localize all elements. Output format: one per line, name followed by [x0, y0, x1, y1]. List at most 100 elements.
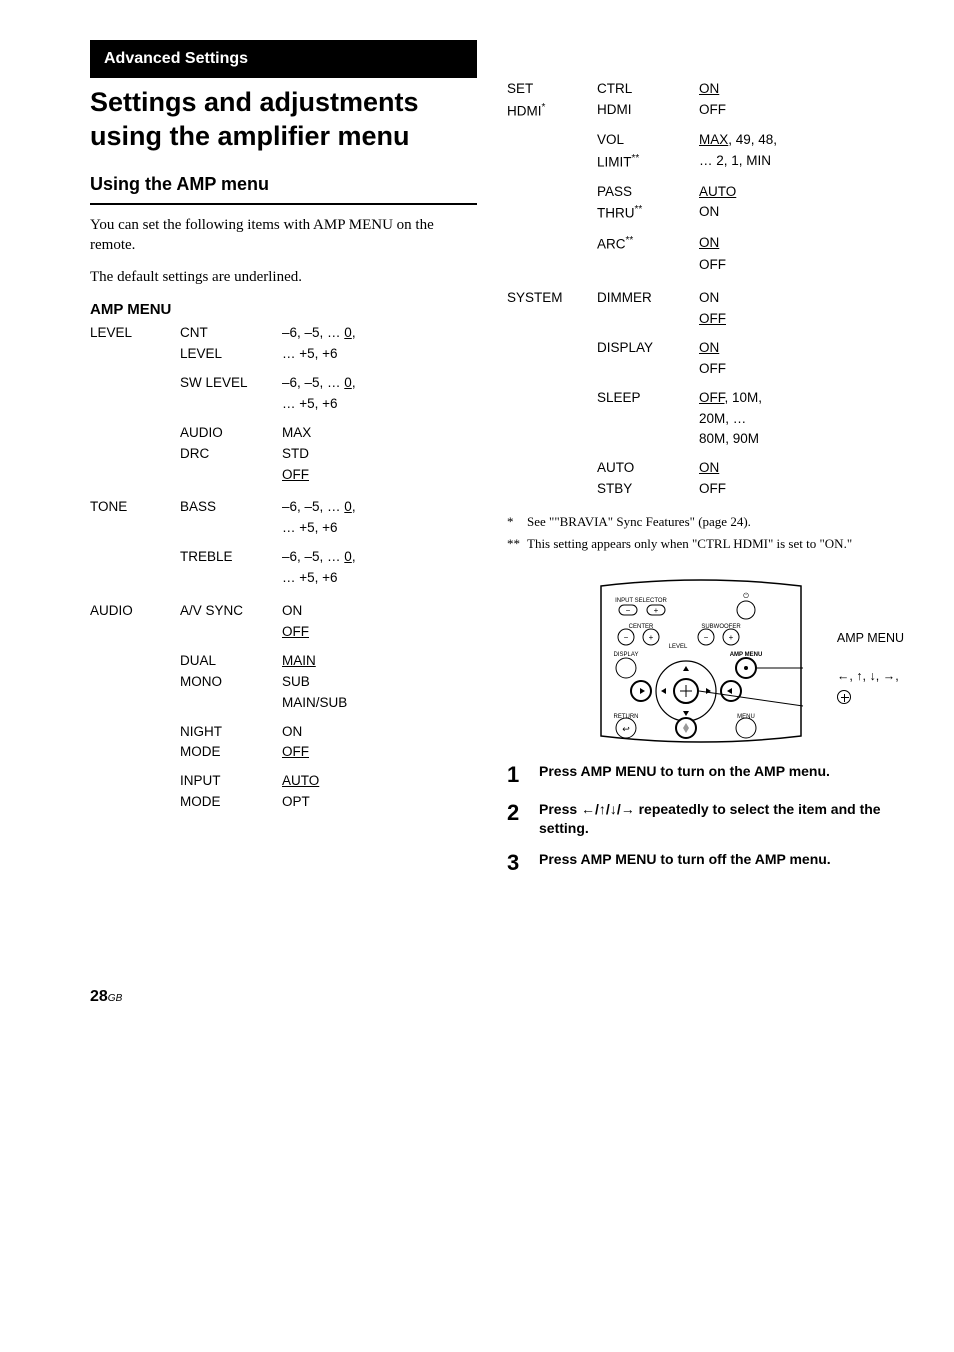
page-region: GB — [108, 993, 122, 1004]
tree-sw-level: SW LEVEL — [180, 374, 282, 393]
tree-bass-vals-a: –6, –5, … — [282, 499, 344, 514]
remote-svg: INPUT SELECTOR − + ⏻ CENTER − + SUBWOOFE… — [571, 576, 831, 746]
tree-cnt-level-1: CNT — [180, 324, 282, 343]
tree-cnt-tail: , — [352, 325, 356, 340]
tree-night-opt0: ON — [282, 723, 477, 742]
step-3-num: 3 — [507, 850, 527, 876]
subtitle: Using the AMP menu — [90, 174, 477, 195]
tree-sw-vals-b: … +5, +6 — [282, 395, 477, 414]
tree-arc-sup: ** — [626, 235, 634, 246]
tree-dual-1: DUAL — [180, 652, 282, 671]
tree-treble-tail: , — [352, 549, 356, 564]
tree-cnt-vals-b: … +5, +6 — [282, 345, 477, 364]
page-number: 28 — [90, 988, 108, 1005]
steps-list: 1 Press AMP MENU to turn on the AMP menu… — [507, 762, 894, 876]
tree-sleep-valsc: 80M, 90M — [699, 430, 894, 449]
tree-level: LEVEL — [90, 324, 180, 343]
tree-sleep: SLEEP — [597, 389, 699, 408]
tree-passthru-opt0: ON — [699, 203, 894, 222]
menu-tree-left: LEVEL CNT –6, –5, … 0, LEVEL … +5, +6 SW… — [90, 324, 477, 812]
tree-night-2: MODE — [180, 743, 282, 762]
tree-sw-default: 0 — [344, 375, 352, 390]
menu-tree-right: SET CTRL ON HDMI* HDMI OFF VOL MAX, 49, … — [507, 80, 894, 499]
tree-sethdmi-1: SET — [507, 80, 597, 99]
enter-icon — [837, 690, 851, 704]
tree-bass: BASS — [180, 498, 282, 517]
step-2-text-a: Press — [539, 801, 581, 817]
footnotes: * See ""BRAVIA" Sync Features" (page 24)… — [507, 513, 894, 552]
tree-dual-2: MONO — [180, 673, 282, 692]
tree-arc-default: ON — [699, 235, 719, 250]
tree-sw-vals-a: –6, –5, … — [282, 375, 344, 390]
tree-audio: AUDIO — [90, 602, 180, 621]
svg-text:⏻: ⏻ — [743, 592, 749, 600]
svg-text:−: − — [625, 606, 630, 615]
remote-callout-ampmenu: AMP MENU — [837, 628, 904, 648]
tree-night-default: OFF — [282, 744, 309, 759]
footnote-mark-1: * — [507, 513, 527, 531]
tree-vollimit-valsb: … 2, 1, MIN — [699, 152, 894, 171]
tree-dimmer-opt0: ON — [699, 289, 894, 308]
step-2-text: Press ←/↑/↓/→ repeatedly to select the i… — [539, 800, 894, 838]
step-1-num: 1 — [507, 762, 527, 788]
tree-treble-vals-a: –6, –5, … — [282, 549, 344, 564]
step-2-arrows: ←/↑/↓/→ — [581, 801, 635, 817]
tree-sw-tail: , — [352, 375, 356, 390]
tree-input-opt0: OPT — [282, 793, 477, 812]
tree-input-2: MODE — [180, 793, 282, 812]
tree-input-1: INPUT — [180, 772, 282, 791]
tree-display-default: ON — [699, 340, 719, 355]
tree-night-1: NIGHT — [180, 723, 282, 742]
remote-callout-arrows-text: ←, ↑, ↓, →, — [837, 666, 904, 686]
tree-avsync-opt0: ON — [282, 602, 477, 621]
intro-text-2: The default settings are underlined. — [90, 267, 477, 287]
tree-sleep-valsb: 20M, … — [699, 410, 894, 429]
section-label: Advanced Settings — [90, 40, 477, 78]
remote-callout-arrows: ←, ↑, ↓, →, — [837, 666, 904, 706]
tree-sethdmi-2: HDMI — [507, 103, 542, 118]
tree-ctrlhdmi-opt0: OFF — [699, 101, 894, 120]
svg-text:−: − — [623, 633, 628, 642]
tree-dimmer: DIMMER — [597, 289, 699, 308]
tree-treble-default: 0 — [344, 549, 352, 564]
intro-text-1: You can set the following items with AMP… — [90, 215, 477, 256]
svg-text:+: + — [728, 633, 733, 642]
tree-drc-1: AUDIO — [180, 424, 282, 443]
tree-drc-opt0: MAX — [282, 424, 477, 443]
svg-text:−: − — [703, 633, 708, 642]
tree-drc-opt1: STD — [282, 445, 477, 464]
tree-ctrlhdmi-default: ON — [699, 81, 719, 96]
divider — [90, 203, 477, 205]
footnote-text-2: This setting appears only when "CTRL HDM… — [527, 535, 852, 553]
svg-text:+: + — [648, 633, 653, 642]
tree-vollimit-sup: ** — [632, 153, 640, 164]
tree-tone: TONE — [90, 498, 180, 517]
tree-treble: TREBLE — [180, 548, 282, 567]
step-1-text: Press AMP MENU to turn on the AMP menu. — [539, 762, 830, 781]
step-3-text: Press AMP MENU to turn off the AMP menu. — [539, 850, 831, 869]
tree-vollimit-tail: , 49, 48, — [728, 132, 777, 147]
tree-ctrlhdmi-2: HDMI — [597, 101, 699, 120]
tree-sleep-default: OFF — [699, 390, 725, 405]
tree-display-opt0: OFF — [699, 360, 894, 379]
tree-passthru-default: AUTO — [699, 184, 736, 199]
remote-callout-ampmenu-text: AMP MENU — [837, 628, 904, 648]
svg-text:+: + — [653, 606, 658, 615]
tree-avsync-default: OFF — [282, 624, 309, 639]
tree-ctrlhdmi-1: CTRL — [597, 80, 699, 99]
tree-arc: ARC — [597, 236, 626, 251]
tree-sleep-tail: , 10M, — [725, 390, 763, 405]
tree-drc-default: OFF — [282, 467, 309, 482]
footnote-text-1: See ""BRAVIA" Sync Features" (page 24). — [527, 513, 751, 531]
tree-dimmer-default: OFF — [699, 311, 726, 326]
svg-text:↩: ↩ — [622, 724, 630, 734]
tree-autostby-1: AUTO — [597, 459, 699, 478]
tree-system: SYSTEM — [507, 289, 597, 308]
tree-passthru-sup: ** — [635, 204, 643, 215]
tree-vollimit-1: VOL — [597, 131, 699, 150]
page-footer: 28GB — [90, 988, 894, 1006]
step-2-num: 2 — [507, 800, 527, 826]
tree-display: DISPLAY — [597, 339, 699, 358]
page-title: Settings and adjustments using the ampli… — [90, 86, 477, 154]
tree-input-default: AUTO — [282, 773, 319, 788]
